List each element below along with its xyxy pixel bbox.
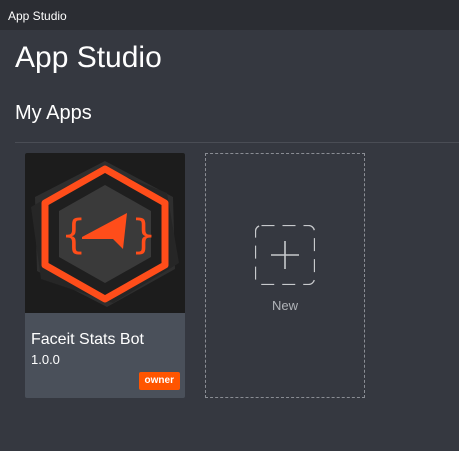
app-logo: { }	[25, 153, 185, 313]
new-app-label: New	[271, 298, 298, 313]
section-divider	[15, 142, 459, 143]
plus-icon	[255, 225, 315, 285]
window-title: App Studio	[8, 9, 67, 23]
app-card[interactable]: { } Faceit Stats Bot 1.0.0 owner	[25, 153, 185, 398]
owner-badge: owner	[138, 372, 180, 390]
svg-text:}: }	[131, 212, 156, 258]
app-version: 1.0.0	[31, 352, 60, 367]
new-app-button[interactable]: New	[205, 153, 365, 398]
svg-text:{: {	[61, 212, 86, 258]
window-titlebar: App Studio	[0, 0, 459, 30]
page-title: App Studio	[15, 41, 162, 74]
section-title-my-apps: My Apps	[15, 102, 92, 124]
app-name: Faceit Stats Bot	[31, 331, 144, 348]
